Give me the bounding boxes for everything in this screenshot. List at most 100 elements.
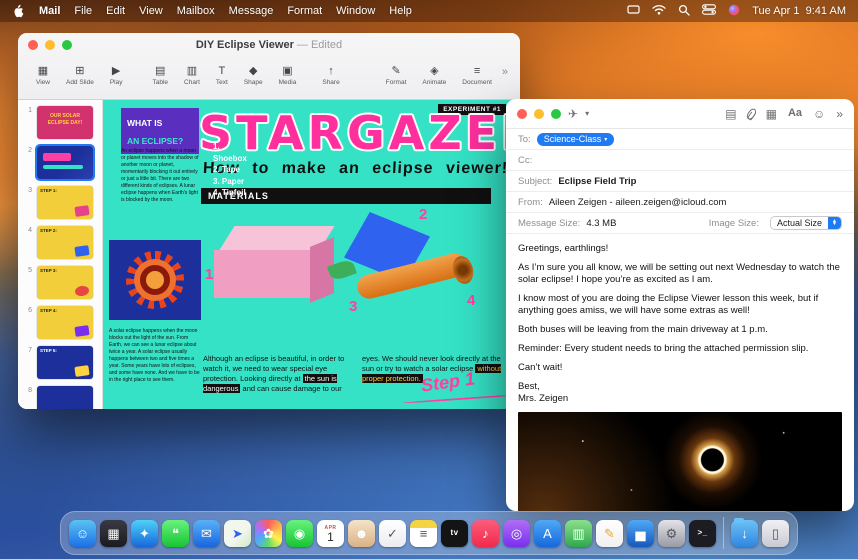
photo-browser-icon[interactable]: ▦ — [766, 108, 777, 120]
control-center-icon[interactable] — [702, 4, 716, 18]
slide-row-6[interactable]: 6STEP 4: — [18, 306, 102, 339]
view-button[interactable]: ▦View — [28, 66, 58, 86]
menu-item-message[interactable]: Message — [229, 5, 274, 17]
slide-thumbnail-2-selected[interactable] — [37, 146, 93, 179]
siri-icon[interactable] — [728, 4, 740, 19]
dock-settings[interactable]: ⚙ — [658, 520, 685, 547]
zoom-button[interactable] — [551, 109, 561, 119]
display-icon[interactable] — [627, 5, 640, 18]
share-button[interactable]: ↑Share — [314, 66, 347, 86]
cc-field[interactable]: Cc: — [506, 150, 854, 171]
send-icon[interactable]: ✈ — [568, 108, 578, 120]
keynote-titlebar[interactable]: DIY Eclipse Viewer — Edited — [18, 33, 520, 57]
subject-field[interactable]: Subject: Eclipse Field Trip — [506, 171, 854, 192]
dock-terminal[interactable]: >_ — [689, 520, 716, 547]
recipient-token[interactable]: Science-Class ▾ — [537, 133, 615, 146]
image-size-dropdown[interactable]: Actual Size ▲▼ — [770, 216, 842, 230]
dock-finder[interactable]: ☺ — [69, 520, 96, 547]
wifi-icon[interactable] — [652, 4, 666, 18]
zoom-button[interactable] — [62, 40, 72, 50]
dock-trash[interactable]: ▯ — [762, 520, 789, 547]
attach-icon[interactable] — [745, 107, 758, 121]
menu-item-view[interactable]: View — [139, 5, 163, 17]
from-field[interactable]: From: Aileen Zeigen - aileen.zeigen@iclo… — [506, 192, 854, 213]
add-slide-button[interactable]: ⊞Add Slide — [58, 66, 102, 86]
subject-value[interactable]: Eclipse Field Trip — [558, 176, 636, 187]
dock-numbers[interactable]: ▥ — [565, 520, 592, 547]
toolbar-overflow-icon[interactable]: » — [500, 66, 510, 86]
menu-item-mailbox[interactable]: Mailbox — [177, 5, 215, 17]
close-button[interactable] — [28, 40, 38, 50]
chart-button[interactable]: ▥Chart — [176, 66, 208, 86]
dock-podcasts[interactable]: ◎ — [503, 520, 530, 547]
document-button[interactable]: ≡Document — [454, 66, 500, 86]
eclipse-intro-text[interactable]: An eclipse happens when a moon or planet… — [121, 148, 199, 204]
dock-facetime[interactable]: ◉ — [286, 520, 313, 547]
send-menu-chevron-icon[interactable]: ▾ — [585, 110, 589, 118]
shape-button[interactable]: ◆Shape — [236, 66, 271, 86]
dock-contacts[interactable]: ☻ — [348, 520, 375, 547]
dock-photos[interactable]: ✿ — [255, 520, 282, 547]
minimize-button[interactable] — [534, 109, 544, 119]
menu-item-help[interactable]: Help — [389, 5, 412, 17]
poster-headline[interactable]: STARGAZER — [199, 106, 520, 160]
mail-titlebar[interactable]: ✈ ▾ ▤ ▦ Aa ☺ » — [506, 99, 854, 129]
slide-row-3[interactable]: 3STEP 1: — [18, 186, 102, 219]
dock-launchpad[interactable]: ▦ — [100, 520, 127, 547]
dock-safari[interactable]: ✦ — [131, 520, 158, 547]
media-button[interactable]: ▣Media — [271, 66, 305, 86]
dock-music[interactable]: ♪ — [472, 520, 499, 547]
slide-thumbnail-6[interactable]: STEP 4: — [37, 306, 93, 339]
solar-eclipse-text[interactable]: A solar eclipse happens when the moon bl… — [109, 328, 200, 384]
menu-item-window[interactable]: Window — [336, 5, 375, 17]
dock-tv[interactable]: tv — [441, 520, 468, 547]
text-button[interactable]: TText — [208, 66, 236, 86]
slide-row-5[interactable]: 5STEP 3: — [18, 266, 102, 299]
from-value[interactable]: Aileen Zeigen - aileen.zeigen@icloud.com — [549, 197, 727, 208]
slide-thumbnail-8[interactable] — [37, 386, 93, 409]
format-text-button[interactable]: Aa — [788, 108, 802, 119]
materials-box[interactable]: MATERIALS 1 2 3 4 1. Sh — [201, 188, 491, 346]
dock-messages[interactable]: ❝ — [162, 520, 189, 547]
menu-clock[interactable]: Tue Apr 1 9:41 AM — [752, 5, 846, 17]
dock-app-store[interactable]: A — [534, 520, 561, 547]
slide-thumbnail-1[interactable]: OUR SOLAR ECLIPSE DAY! — [37, 106, 93, 139]
slide-thumbnail-4[interactable]: STEP 2: — [37, 226, 93, 259]
dock-notes[interactable]: ≡ — [410, 520, 437, 547]
slide-row-1[interactable]: 1OUR SOLAR ECLIPSE DAY! — [18, 106, 102, 139]
header-fields-icon[interactable]: ▤ — [725, 108, 736, 120]
apple-menu-icon[interactable] — [12, 4, 25, 18]
menu-item-file[interactable]: File — [74, 5, 92, 17]
slide-row-8[interactable]: 8 — [18, 386, 102, 409]
minimize-button[interactable] — [45, 40, 55, 50]
dock-reminders[interactable]: ✓ — [379, 520, 406, 547]
slide-row-2[interactable]: 2 — [18, 146, 102, 179]
slide-row-7[interactable]: 7STEP 5: — [18, 346, 102, 379]
to-field[interactable]: To: Science-Class ▾ — [506, 129, 854, 150]
search-icon[interactable] — [678, 4, 690, 19]
eclipse-attachment-image[interactable] — [518, 412, 842, 511]
toolbar-overflow-icon[interactable]: » — [836, 108, 843, 120]
format-button[interactable]: ✎Format — [378, 66, 415, 86]
poster-slide[interactable]: EXPERIMENT #1 STARGAZER How to make an e… — [103, 100, 520, 409]
play-button[interactable]: ▶Play — [102, 66, 131, 86]
message-body[interactable]: Greetings, earthlings! As I’m sure you a… — [506, 234, 854, 511]
slide-thumbnail-3[interactable]: STEP 1: — [37, 186, 93, 219]
close-button[interactable] — [517, 109, 527, 119]
table-button[interactable]: ▤Table — [144, 66, 176, 86]
emoji-icon[interactable]: ☺ — [813, 108, 825, 120]
slide-row-4[interactable]: 4STEP 2: — [18, 226, 102, 259]
menu-item-edit[interactable]: Edit — [106, 5, 125, 17]
dock-maps[interactable]: ➤ — [224, 520, 251, 547]
slide-thumbnail-5[interactable]: STEP 3: — [37, 266, 93, 299]
sun-illustration[interactable] — [109, 240, 201, 320]
poster-subhead[interactable]: How to make an eclipse viewer! — [203, 160, 509, 178]
dock-calendar[interactable]: APR 1 — [317, 520, 344, 547]
dock-keynote[interactable]: ▅ — [627, 520, 654, 547]
menu-item-format[interactable]: Format — [287, 5, 322, 17]
animate-button[interactable]: ◈Animate — [414, 66, 454, 86]
dock-mail[interactable]: ✉ — [193, 520, 220, 547]
slide-thumbnail-7[interactable]: STEP 5: — [37, 346, 93, 379]
dock-pages[interactable]: ✎ — [596, 520, 623, 547]
dock-downloads-folder[interactable]: ↓ — [731, 520, 758, 547]
